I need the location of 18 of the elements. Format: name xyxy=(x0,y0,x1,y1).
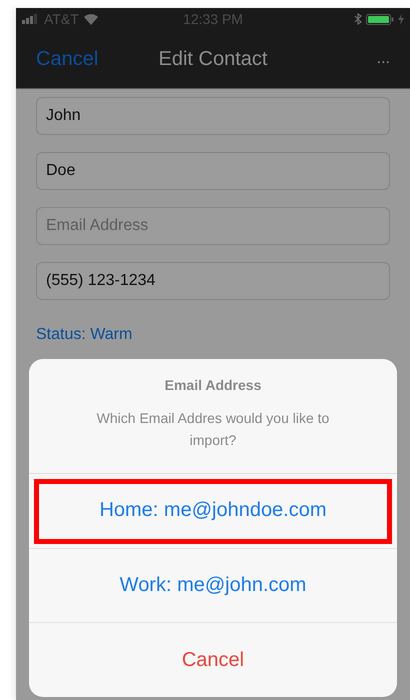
battery-icon xyxy=(366,14,394,24)
text-field[interactable]: Email Address xyxy=(36,207,390,245)
text-field[interactable]: Doe xyxy=(36,152,390,190)
sheet-title: Email Address xyxy=(164,377,262,393)
screen-title: Edit Contact xyxy=(158,48,268,70)
more-button[interactable]: ... xyxy=(300,50,390,68)
text-field[interactable]: (555) 123-1234 xyxy=(36,262,390,300)
sheet-option[interactable]: Home: me@johndoe.com xyxy=(29,474,397,549)
bluetooth-icon xyxy=(354,13,362,25)
wifi-icon xyxy=(82,13,99,25)
text-field[interactable]: John xyxy=(36,97,390,135)
cancel-button[interactable]: Cancel xyxy=(36,48,126,70)
charging-icon xyxy=(398,14,404,24)
sheet-option[interactable]: Cancel xyxy=(29,623,397,698)
status-link[interactable]: Status: Warm xyxy=(36,326,390,344)
sheet-message: Which Email Addres would you like to import? xyxy=(96,409,330,450)
signal-icon xyxy=(22,14,40,24)
sheet-option[interactable]: Work: me@john.com xyxy=(29,548,397,624)
